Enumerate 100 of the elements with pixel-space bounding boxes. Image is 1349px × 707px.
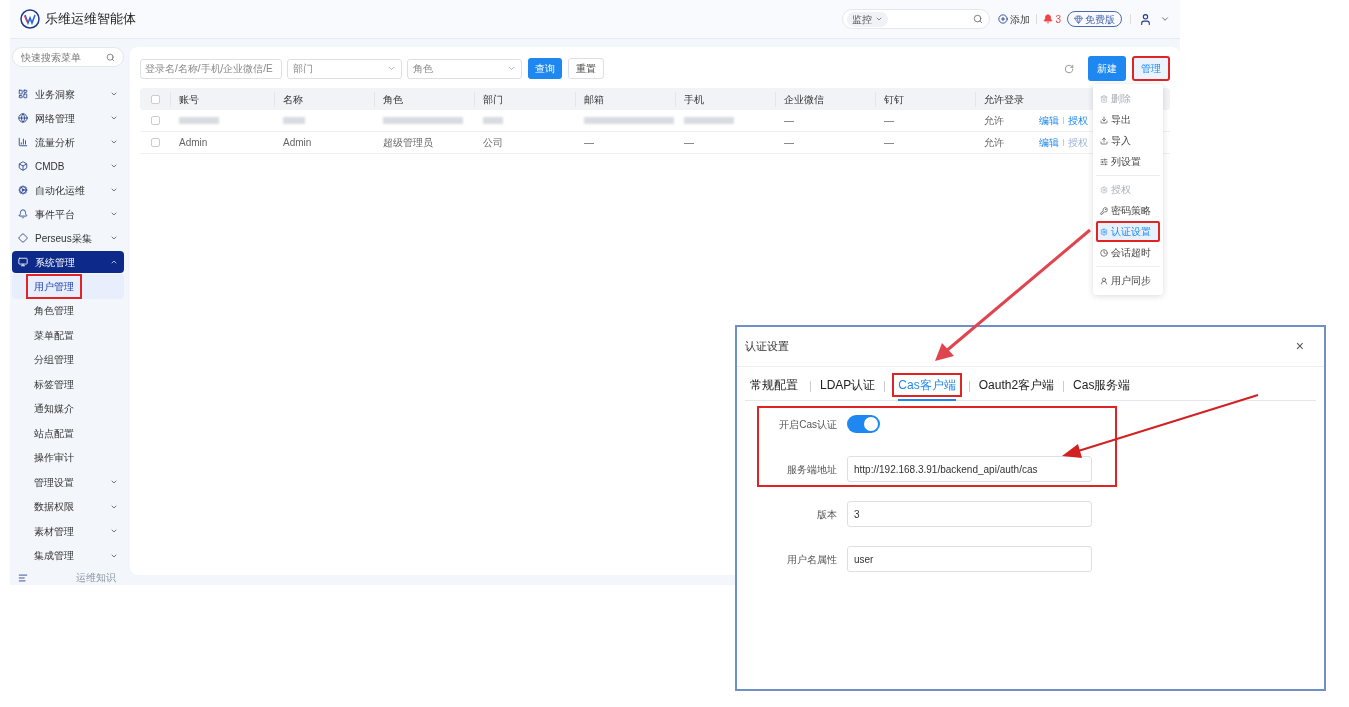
column-header: 账号 bbox=[179, 92, 199, 107]
search-bar[interactable]: 监控 bbox=[842, 9, 991, 29]
new-button[interactable]: 新建 bbox=[1088, 56, 1126, 81]
close-button[interactable]: × bbox=[1295, 336, 1304, 357]
nav-item[interactable]: CMDB bbox=[12, 155, 124, 177]
dialog-tab[interactable]: Cas服务端 bbox=[1071, 372, 1133, 397]
menu-item[interactable]: 会话超时 bbox=[1096, 242, 1160, 263]
reset-button[interactable]: 重置 bbox=[568, 58, 604, 79]
app-title: 乐维运维智能体 bbox=[45, 10, 136, 29]
table-cell-text: — bbox=[584, 136, 594, 150]
nav-subitem[interactable]: 用户管理 bbox=[12, 274, 124, 299]
menu-icon bbox=[1100, 94, 1108, 103]
caret-icon bbox=[507, 64, 516, 73]
dialog-tab[interactable]: 常规配置 bbox=[748, 372, 800, 397]
caret-icon bbox=[387, 64, 396, 73]
column-header: 名称 bbox=[283, 92, 303, 107]
add-button[interactable]: 添加 bbox=[998, 11, 1031, 27]
logo-icon bbox=[20, 9, 40, 29]
menu-item[interactable]: 密码策略 bbox=[1096, 200, 1160, 221]
table-cell-text: — bbox=[684, 136, 694, 150]
keyword-field[interactable]: 登录名/名称/手机/企业微信/E bbox=[140, 58, 282, 79]
menu-item[interactable]: 导入 bbox=[1096, 130, 1160, 151]
menu-icon bbox=[1100, 185, 1108, 194]
menu-icon bbox=[1100, 248, 1108, 257]
table-cell-text: — bbox=[784, 136, 794, 150]
nav-subitem[interactable]: 数据权限 bbox=[12, 494, 124, 519]
nav-item[interactable]: Perseus采集 bbox=[12, 227, 124, 249]
nav-item[interactable]: 系统管理 bbox=[12, 251, 124, 273]
table-cell-text: — bbox=[784, 114, 794, 128]
column-header: 手机 bbox=[684, 92, 704, 107]
scope-select[interactable]: 监控 bbox=[847, 11, 889, 27]
nav-subitem[interactable]: 站点配置 bbox=[12, 421, 124, 446]
nav-icon bbox=[18, 113, 28, 123]
nav-subitem[interactable]: 角色管理 bbox=[12, 298, 124, 323]
query-button[interactable]: 查询 bbox=[528, 58, 562, 79]
field-label: 版本 bbox=[816, 507, 837, 522]
highlight-frame bbox=[26, 273, 82, 299]
text-field[interactable]: user bbox=[847, 546, 1092, 572]
field-label: 服务端地址 bbox=[786, 462, 837, 477]
table-cell-text: — bbox=[884, 136, 894, 150]
gem-icon bbox=[1074, 14, 1083, 24]
chevron-icon[interactable] bbox=[1160, 14, 1170, 24]
nav-subitem[interactable]: 集成管理 bbox=[12, 543, 124, 568]
menu-item[interactable]: 导出 bbox=[1096, 109, 1160, 130]
nav-subitem[interactable]: 分组管理 bbox=[12, 347, 124, 372]
nav-item[interactable]: 网络管理 bbox=[12, 107, 124, 129]
nav-subitem[interactable]: 菜单配置 bbox=[12, 323, 124, 348]
menu-item[interactable]: 列设置 bbox=[1096, 151, 1160, 172]
nav-subitem[interactable]: 标签管理 bbox=[12, 372, 124, 397]
text-field[interactable]: http://192.168.3.91/backend_api/auth/cas bbox=[847, 456, 1092, 482]
redacted-text bbox=[283, 117, 305, 124]
nav-subitem[interactable]: 操作审计 bbox=[12, 445, 124, 470]
menu-icon bbox=[1100, 157, 1108, 166]
search-icon bbox=[973, 14, 984, 24]
text-field[interactable]: 3 bbox=[847, 501, 1092, 527]
plus-icon bbox=[998, 14, 1009, 24]
table-cell-text: 超级管理员 bbox=[383, 136, 433, 150]
menu-search-field[interactable]: 快速搜索菜单 bbox=[12, 47, 124, 67]
dialog-title: 认证设置 bbox=[745, 339, 789, 355]
redacted-text bbox=[483, 117, 503, 124]
department-select[interactable]: 部门 bbox=[287, 58, 402, 79]
user-icon[interactable] bbox=[1139, 12, 1152, 26]
refresh-icon[interactable] bbox=[1064, 63, 1074, 74]
role-select[interactable]: 角色 bbox=[407, 58, 522, 79]
nav-item[interactable]: 业务洞察 bbox=[12, 83, 124, 105]
search-icon bbox=[106, 52, 115, 62]
collapse-icon bbox=[110, 258, 118, 266]
column-header: 角色 bbox=[383, 92, 403, 107]
row-action-link[interactable]: 编辑 bbox=[1039, 135, 1059, 150]
toggle-switch[interactable] bbox=[847, 415, 880, 433]
nav-icon bbox=[18, 209, 28, 219]
row-checkbox[interactable] bbox=[150, 116, 160, 125]
table-cell-text: 允许 bbox=[984, 136, 1004, 150]
collapse-menu-icon[interactable] bbox=[18, 572, 28, 583]
row-action-link[interactable]: 编辑 bbox=[1039, 113, 1059, 128]
table-cell-text: Admin bbox=[179, 136, 208, 150]
nav-subitem[interactable]: 素材管理 bbox=[12, 519, 124, 544]
dialog-tab[interactable]: Cas客户端 bbox=[892, 372, 962, 397]
menu-icon bbox=[1100, 115, 1108, 124]
row-checkbox[interactable] bbox=[150, 138, 160, 147]
nav-item[interactable]: 事件平台 bbox=[12, 203, 124, 225]
row-action-link[interactable]: 授权 bbox=[1068, 113, 1088, 128]
nav-icon bbox=[18, 233, 28, 243]
menu-item[interactable]: 用户同步 bbox=[1096, 270, 1160, 291]
nav-item[interactable]: 自动化运维 bbox=[12, 179, 124, 201]
nav-icon bbox=[18, 161, 28, 171]
expand-icon bbox=[110, 210, 118, 218]
nav-icon bbox=[18, 89, 28, 99]
nav-subitem[interactable]: 管理设置 bbox=[12, 470, 124, 495]
nav-subitem[interactable]: 通知媒介 bbox=[12, 396, 124, 421]
column-header: 允许登录 bbox=[984, 92, 1024, 107]
redacted-text bbox=[684, 117, 734, 124]
select-all-checkbox[interactable] bbox=[150, 94, 160, 104]
table-cell-text: Admin bbox=[283, 136, 312, 150]
dialog-tab[interactable]: LDAP认证 bbox=[818, 372, 878, 397]
bell-icon[interactable] bbox=[1043, 14, 1054, 24]
menu-icon bbox=[1100, 227, 1108, 236]
dialog-tab[interactable]: Oauth2客户端 bbox=[976, 372, 1057, 397]
nav-item[interactable]: 流量分析 bbox=[12, 131, 124, 153]
nav-icon bbox=[18, 137, 28, 147]
